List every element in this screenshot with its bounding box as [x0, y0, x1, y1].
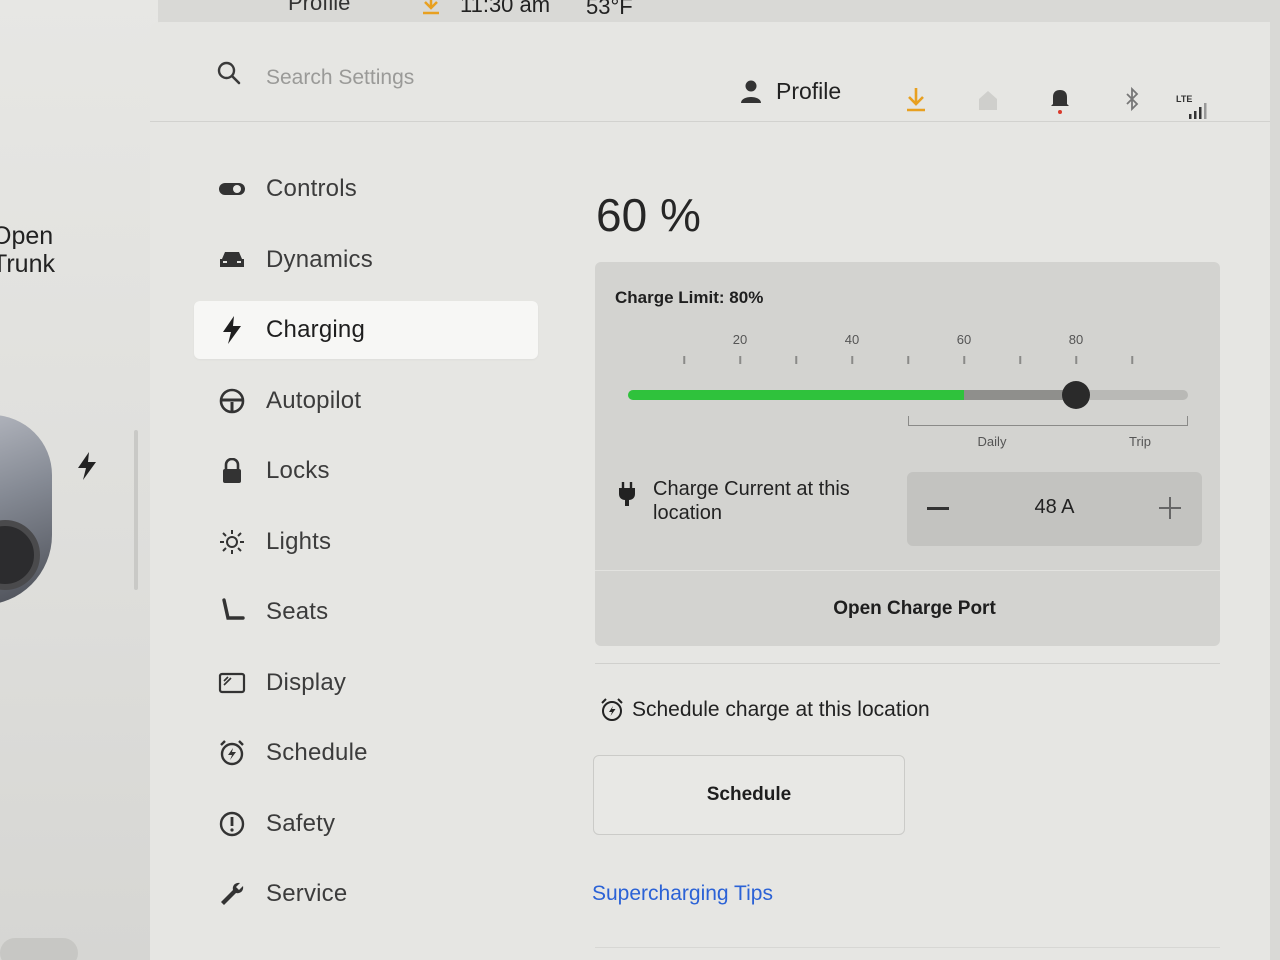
charge-limit-label: Charge Limit: 80%: [615, 288, 764, 307]
menu-item-display[interactable]: Display: [194, 654, 538, 712]
search-input[interactable]: [266, 62, 566, 94]
sun-icon: [218, 528, 246, 556]
toggle-icon: [218, 175, 246, 203]
charging-bolt-icon: [78, 452, 96, 480]
battery-level-fill: [628, 390, 964, 400]
schedule-section-title: Schedule charge at this location: [600, 698, 930, 722]
menu-item-controls[interactable]: Controls: [194, 160, 538, 218]
schedule-title-label: Schedule charge at this location: [632, 698, 930, 721]
slider-tick-mark: [963, 356, 965, 364]
menu-item-charging[interactable]: Charging: [194, 301, 538, 359]
lightning-icon: [218, 316, 246, 344]
menu-item-dynamics[interactable]: Dynamics: [194, 231, 538, 289]
menu-item-label: Controls: [266, 175, 357, 202]
supercharging-tips-link[interactable]: Supercharging Tips: [592, 882, 773, 906]
alarm-clock-icon: [218, 739, 246, 767]
slider-tick-mark: [1131, 356, 1133, 364]
menu-item-schedule[interactable]: Schedule: [194, 724, 538, 782]
menu-item-label: Dynamics: [266, 245, 373, 273]
exclamation-circle-icon: [218, 810, 246, 838]
range-label-trip: Trip: [1129, 434, 1151, 449]
menu-item-label: Locks: [266, 457, 330, 484]
range-label-daily: Daily: [977, 434, 1007, 449]
menu-item-label: Safety: [266, 809, 336, 837]
signal-bars-icon: [1189, 103, 1207, 119]
seat-icon: [218, 598, 246, 626]
display-icon: [218, 669, 246, 697]
clock: 11:30 am: [460, 0, 551, 17]
slider-tick-mark: [739, 356, 741, 364]
trunk-label-line1: Open: [0, 222, 54, 250]
menu-item-label: Schedule: [266, 739, 368, 766]
open-charge-port-label: Open Charge Port: [833, 597, 996, 619]
menu-item-autopilot[interactable]: Autopilot: [194, 372, 538, 430]
download-icon: [423, 0, 439, 15]
open-charge-port-button[interactable]: Open Charge Port: [595, 571, 1220, 646]
menu-item-locks[interactable]: Locks: [194, 442, 538, 500]
menu-item-label: Seats: [266, 598, 329, 625]
schedule-button[interactable]: Schedule: [593, 755, 905, 835]
slider-tick-label: 80: [1068, 332, 1084, 347]
slider-tick-label: 20: [732, 332, 748, 347]
wrench-icon: [218, 880, 246, 908]
settings-menu: Controls Dynamics Charging Autopilot Loc…: [194, 160, 538, 936]
slider-tick-mark: [795, 356, 797, 364]
profile-button[interactable]: Profile: [740, 78, 841, 105]
lte-signal-icon: LTE: [1174, 94, 1214, 122]
car-icon: [218, 246, 246, 274]
profile-label: Profile: [776, 78, 842, 104]
vehicle-scroll-indicator: [134, 430, 138, 590]
charge-current-stepper: 48 A: [907, 472, 1202, 546]
charge-current-row: Charge Current at this location: [617, 477, 873, 525]
daily-trip-bracket: [908, 416, 1188, 426]
increase-current-button[interactable]: [1150, 488, 1190, 528]
slider-tick-mark: [1019, 356, 1021, 364]
bottom-divider: [595, 947, 1220, 948]
trunk-label-line2: Trunk: [0, 250, 55, 278]
slider-tick-mark: [683, 356, 685, 364]
battery-percent: 60 %: [596, 189, 701, 241]
plug-icon: [619, 482, 635, 506]
steering-wheel-icon: [218, 387, 246, 415]
lock-icon: [218, 457, 246, 485]
charge-limit-fill: [964, 390, 1076, 400]
search-icon: [217, 61, 241, 85]
slider-tick-label: 60: [956, 332, 972, 347]
menu-item-service[interactable]: Service: [194, 865, 538, 923]
bluetooth-icon[interactable]: [1120, 86, 1144, 114]
alarm-clock-icon: [601, 698, 623, 721]
settings-header: Profile LTE: [150, 22, 1270, 122]
status-profile[interactable]: Profile: [288, 0, 350, 16]
charge-current-label: Charge Current at this location: [653, 478, 850, 524]
software-update-icon[interactable]: [904, 86, 928, 114]
menu-item-seats[interactable]: Seats: [194, 583, 538, 641]
section-divider: [595, 663, 1220, 664]
menu-item-label: Lights: [266, 527, 332, 555]
vehicle-toggle[interactable]: [0, 938, 78, 960]
slider-thumb[interactable]: [1062, 381, 1090, 409]
slider-tick-mark: [907, 356, 909, 364]
person-icon: [741, 80, 761, 103]
charge-limit-slider[interactable]: Daily Trip 20 40 60 80: [625, 332, 1190, 452]
vehicle-view: Open Trunk: [0, 0, 158, 960]
status-bar: Profile 11:30 am 53°F: [170, 0, 1270, 24]
outside-temperature: 53°F: [586, 0, 633, 19]
notification-bell-icon[interactable]: [1048, 86, 1072, 114]
slider-tick-mark: [1075, 356, 1077, 364]
menu-item-label: Charging: [266, 316, 365, 343]
open-trunk-button[interactable]: Open Trunk: [0, 222, 55, 278]
slider-tick-mark: [851, 356, 853, 364]
slider-tick-label: 40: [844, 332, 860, 347]
charge-settings-card: Charge Limit: 80% Daily Trip 20 40 60 80 Ch…: [595, 262, 1220, 646]
menu-item-label: Autopilot: [266, 386, 362, 414]
menu-item-safety[interactable]: Safety: [194, 795, 538, 853]
menu-item-label: Service: [266, 880, 348, 907]
settings-panel: Profile LTE: [150, 22, 1270, 960]
home-icon[interactable]: [976, 86, 1000, 114]
menu-item-label: Display: [266, 668, 347, 696]
menu-item-lights[interactable]: Lights: [194, 513, 538, 571]
